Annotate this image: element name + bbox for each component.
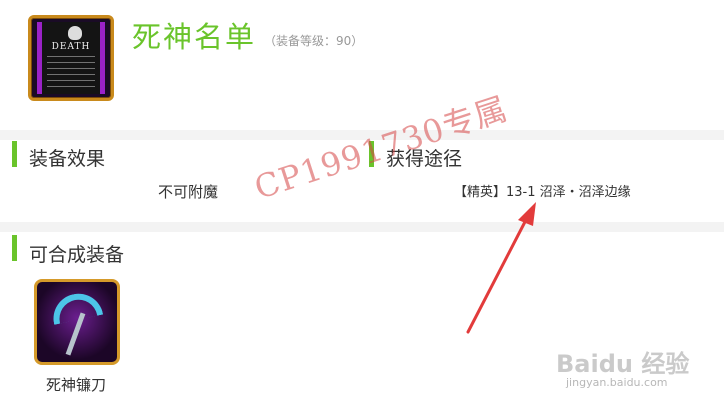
scythe-blade (48, 289, 104, 325)
section-divider (0, 222, 724, 232)
book-cover: DEATH (37, 22, 105, 94)
book-text-lines (47, 56, 95, 88)
effect-text: 不可附魔 (158, 183, 219, 201)
item-header: DEATH 死神名单 （装备等级：90） (0, 0, 724, 130)
book-title-art: DEATH (51, 42, 91, 52)
baidu-logo: Baidu 经验 (556, 350, 690, 378)
craft-section-marker (12, 235, 17, 261)
effect-section-title: 装备效果 (29, 148, 106, 170)
scythe-icon[interactable] (34, 279, 120, 365)
craft-section-title: 可合成装备 (29, 244, 125, 266)
item-title: 死神名单 (132, 20, 257, 54)
item-level: （装备等级：90） (264, 34, 364, 48)
skull-icon (68, 26, 82, 40)
source-text[interactable]: 【精英】13-1 沼泽・沼泽边缘 (454, 181, 631, 200)
baidu-url: jingyan.baidu.com (566, 376, 668, 389)
craft-item-name[interactable]: 死神镰刀 (46, 374, 106, 395)
death-note-icon[interactable]: DEATH (28, 15, 114, 101)
effect-section-marker (12, 141, 17, 167)
